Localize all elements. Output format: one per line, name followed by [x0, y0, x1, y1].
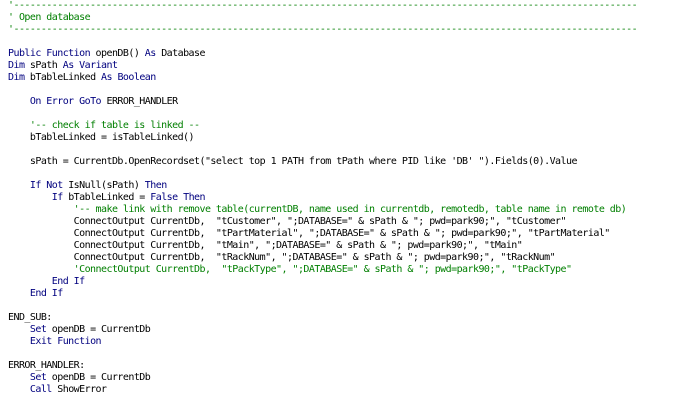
- code-token: Then: [183, 192, 205, 203]
- code-token: bTableLinked = isTableLinked(): [8, 132, 195, 143]
- code-token: ConnectOutput CurrentDb, "tCustomer", ";…: [8, 216, 567, 227]
- code-token: openDB = CurrentDb: [46, 372, 151, 383]
- code-token: Exit Function: [29, 336, 102, 347]
- code-token: ERROR_HANDLER:: [8, 360, 85, 371]
- code-token: Set: [29, 372, 47, 383]
- code-line: 'ConnectOutput CurrentDb, "tPackType", "…: [8, 264, 690, 276]
- code-line: On Error GoTo ERROR_HANDLER: [8, 96, 690, 108]
- code-token: If: [51, 192, 64, 203]
- code-token: 'ConnectOutput CurrentDb, "tPackType", "…: [8, 264, 572, 275]
- code-token: ConnectOutput CurrentDb, "tPartMaterial"…: [8, 228, 611, 239]
- code-token: '---------------------------------------…: [8, 0, 638, 11]
- code-line: '---------------------------------------…: [8, 24, 690, 36]
- code-token: '---------------------------------------…: [8, 24, 638, 35]
- code-line: bTableLinked = isTableLinked(): [8, 132, 690, 144]
- code-token: Call: [29, 384, 52, 395]
- code-line: Call ShowError: [8, 384, 690, 396]
- code-token: If Not: [29, 180, 63, 191]
- code-token: bTableLinked =: [62, 192, 151, 203]
- code-line: ' Open database: [8, 12, 690, 24]
- code-line: '---------------------------------------…: [8, 0, 690, 12]
- code-token: Dim: [8, 60, 25, 71]
- code-token: Boolean: [117, 72, 156, 83]
- code-line: End If: [8, 288, 690, 300]
- code-token: '-- make link with remove table(currentD…: [8, 204, 627, 215]
- code-token: On Error GoTo: [29, 96, 102, 107]
- code-token: END_SUB:: [8, 312, 52, 323]
- code-line: END_SUB:: [8, 312, 690, 324]
- code-line: Set openDB = CurrentDb: [8, 372, 690, 384]
- code-line: sPath = CurrentDb.OpenRecordset("select …: [8, 156, 690, 168]
- code-token: Then: [144, 180, 167, 191]
- code-token: ConnectOutput CurrentDb, "tRackNum", ";D…: [8, 252, 556, 263]
- code-line: Dim bTableLinked As Boolean: [8, 72, 690, 84]
- code-line: Exit Function: [8, 336, 690, 348]
- code-line: ConnectOutput CurrentDb, "tCustomer", ";…: [8, 216, 690, 228]
- code-token: bTableLinked: [24, 72, 102, 83]
- code-editor-window[interactable]: '---------------------------------------…: [0, 0, 690, 406]
- code-line: '-- check if table is linked --: [8, 120, 690, 132]
- code-line: ERROR_HANDLER:: [8, 360, 690, 372]
- code-token: False: [150, 192, 178, 203]
- code-token: End If: [29, 288, 63, 299]
- code-text-area[interactable]: '---------------------------------------…: [8, 0, 690, 406]
- code-token: ShowError: [51, 384, 107, 395]
- code-line: ConnectOutput CurrentDb, "tPartMaterial"…: [8, 228, 690, 240]
- code-line: ConnectOutput CurrentDb, "tRackNum", ";D…: [8, 252, 690, 264]
- code-token: openDB(): [90, 48, 145, 59]
- code-token: openDB = CurrentDb: [46, 324, 151, 335]
- code-token: As: [101, 72, 113, 83]
- code-line: Public Function openDB() As Database: [8, 48, 690, 60]
- code-token: sPath: [24, 60, 63, 71]
- code-token: ' Open database: [8, 12, 91, 23]
- code-token: '-- check if table is linked --: [8, 120, 200, 131]
- code-token: Database: [155, 48, 205, 59]
- code-token: As: [62, 60, 75, 71]
- code-token: IsNull(sPath): [62, 180, 145, 191]
- code-line: End If: [8, 276, 690, 288]
- code-token: Set: [29, 324, 47, 335]
- code-token: Public Function: [8, 48, 91, 59]
- code-token: As: [144, 48, 157, 59]
- code-token: Variant: [79, 60, 118, 71]
- code-line: Dim sPath As Variant: [8, 60, 690, 72]
- code-line: '-- make link with remove table(currentD…: [8, 204, 690, 216]
- code-token: sPath = CurrentDb.OpenRecordset("select …: [8, 156, 578, 167]
- code-token: Dim: [8, 72, 25, 83]
- code-line: If bTableLinked = False Then: [8, 192, 690, 204]
- code-token: ERROR_HANDLER: [101, 96, 178, 107]
- code-line: Set openDB = CurrentDb: [8, 324, 690, 336]
- code-token: End If: [51, 276, 85, 287]
- code-line: If Not IsNull(sPath) Then: [8, 180, 690, 192]
- code-line: ConnectOutput CurrentDb, "tMain", ";DATA…: [8, 240, 690, 252]
- code-token: ConnectOutput CurrentDb, "tMain", ";DATA…: [8, 240, 523, 251]
